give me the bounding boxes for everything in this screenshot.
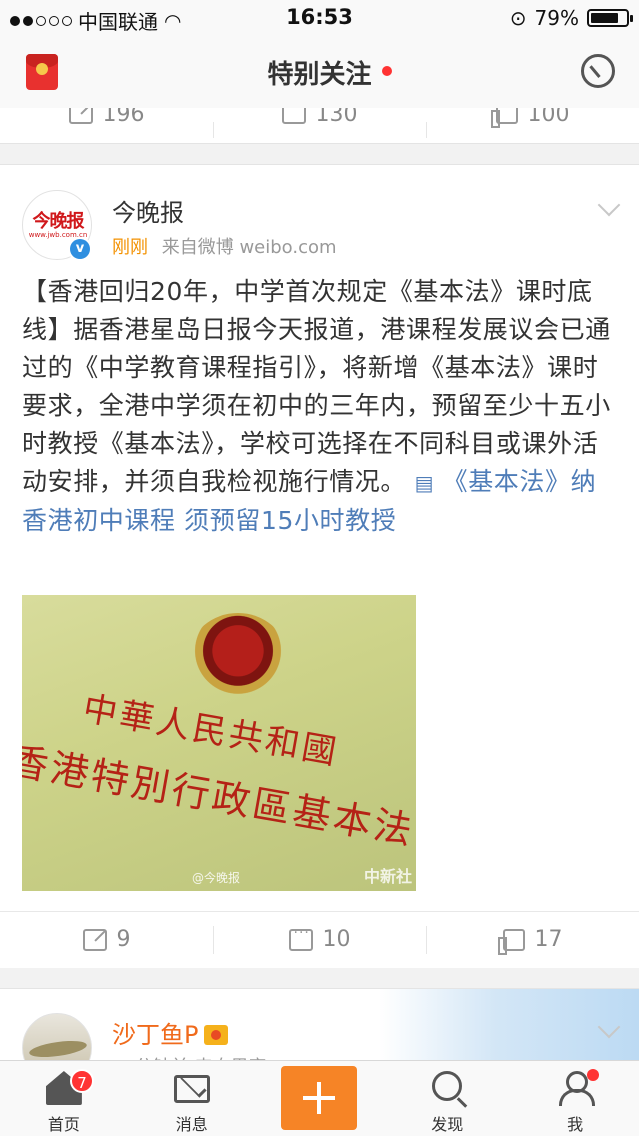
vip-crown-icon [204,1025,229,1045]
image-corner-watermark: 中新社 [363,867,412,886]
repost-icon [68,108,93,124]
tab-home-label: 首页 [47,1115,80,1134]
tab-me-label: 我 [567,1115,584,1134]
prev-post-action-bar: 196 130 100 [0,108,639,144]
battery-icon [587,9,633,27]
post-card[interactable]: 今晚报 www.jwb.com.cn v 今晚报 刚刚 来自微博 weibo.c… [0,164,639,968]
author-name[interactable]: 今晚报 [112,193,184,228]
comment-count: 10 [322,927,351,952]
prev-repost-button[interactable]: 196 [0,108,213,138]
next-author-name-text: 沙丁鱼P [112,1021,199,1049]
prev-repost-count: 196 [102,108,145,127]
comment-icon [288,925,313,951]
post-meta: 刚刚 来自微博 weibo.com [112,233,337,259]
repost-button[interactable]: 9 [0,912,213,967]
prev-like-button[interactable]: 100 [426,108,639,138]
battery-level [591,13,618,23]
post-text: 【香港回归20年，中学首次规定《基本法》课时底线】据香港星岛日报今天报道，港课程… [22,273,618,540]
comment-icon [281,108,306,124]
post-image[interactable]: 中華人民共和國 香港特別行政區基本法 @今晚报 中新社 [22,595,416,891]
like-count: 17 [534,927,563,952]
repost-count: 9 [116,927,131,952]
post-body-text: 【香港回归20年，中学首次规定《基本法》课时底线】据香港星岛日报今天报道，港课程… [22,277,611,496]
tab-discover[interactable]: 发现 [383,1061,511,1136]
recent-visit-icon[interactable] [581,54,615,88]
message-icon [173,1075,210,1103]
page-title[interactable]: 特别关注 [0,54,639,91]
tab-messages-label: 消息 [175,1115,208,1134]
tab-home[interactable]: 7 首页 [0,1061,128,1136]
post-source: 来自微博 weibo.com [161,237,337,258]
status-bar: 中国联通 ◠ 16:53 ⊙ 79% [0,0,639,36]
like-icon [490,108,518,128]
national-emblem-icon [190,613,286,697]
rotation-lock-icon: ⊙ [509,6,527,30]
compose-plus-button[interactable] [281,1066,357,1130]
avatar-logo-text: 今晚报 [32,211,85,232]
tab-me[interactable]: 我 [511,1061,639,1136]
prev-comment-count: 130 [315,108,358,127]
like-button[interactable]: 17 [426,912,639,967]
post-action-bar: 9 10 17 [0,911,639,967]
status-right: ⊙ 79% [509,6,633,30]
next-post-card[interactable]: 沙丁鱼P 14分钟前 来自黑客 [0,988,639,1068]
discover-search-icon [432,1071,463,1101]
prev-like-count: 100 [527,108,570,127]
verified-badge-icon: v [68,237,92,261]
prev-comment-button[interactable]: 130 [213,108,426,138]
new-indicator-dot [382,66,392,76]
repost-icon [82,928,107,951]
home-badge: 7 [70,1069,94,1093]
post-menu-chevron-icon[interactable] [597,193,621,217]
image-watermark: @今晚报 [192,871,241,885]
article-icon: ▤ [414,471,435,495]
battery-percent: 79% [534,6,579,30]
comment-button[interactable]: 10 [213,912,426,967]
me-notification-dot [587,1069,600,1081]
nav-bar: 特别关注 [0,36,639,110]
like-icon [497,928,525,955]
post-time: 刚刚 [112,237,148,258]
tab-messages[interactable]: 消息 [128,1061,256,1136]
tab-discover-label: 发现 [431,1115,464,1134]
next-author-name[interactable]: 沙丁鱼P [112,1015,229,1050]
